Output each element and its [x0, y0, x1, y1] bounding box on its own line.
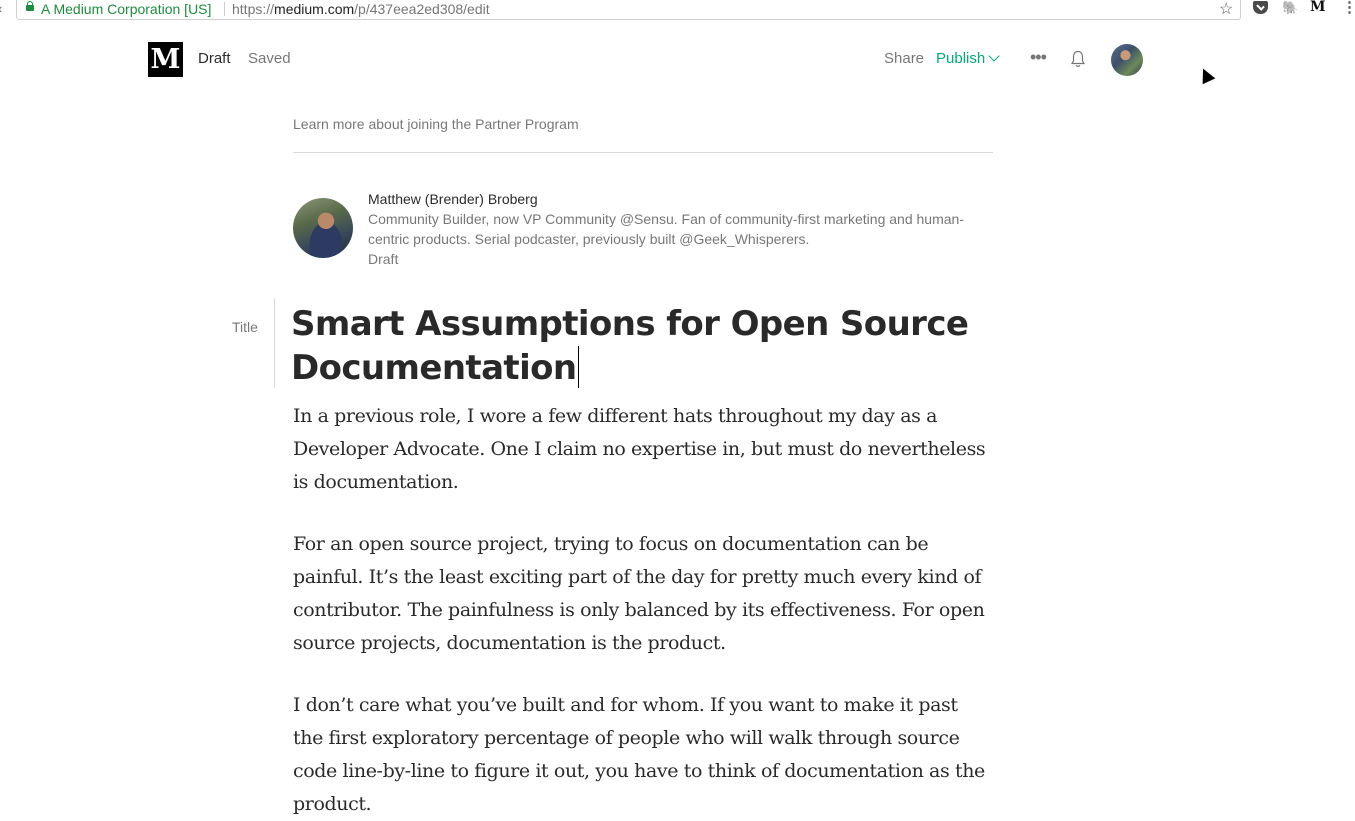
body-paragraph-2[interactable]: For an open source project, trying to fo…: [293, 528, 993, 660]
author-bio: Community Builder, now VP Community @Sen…: [368, 211, 964, 247]
story-title-text[interactable]: Smart Assumptions for Open Source Docume…: [291, 304, 969, 388]
author-avatar[interactable]: [293, 198, 353, 258]
post-status: Draft: [368, 251, 399, 267]
pocket-extension-icon[interactable]: [1253, 1, 1268, 14]
evernote-extension-icon[interactable]: 🐘: [1282, 0, 1298, 16]
url-path: /p/437eea2ed308/edit: [354, 1, 490, 17]
browser-address-bar: ‹ A Medium Corporation [US] https://medi…: [0, 0, 1355, 20]
text-caret: [577, 346, 579, 388]
mouse-cursor-icon: [1196, 65, 1216, 85]
chevron-down-icon[interactable]: [988, 50, 1000, 62]
site-identity[interactable]: A Medium Corporation [US]: [41, 0, 211, 18]
publish-button[interactable]: Publish: [936, 50, 985, 68]
back-fragment-icon[interactable]: ‹: [0, 1, 2, 16]
medium-logo[interactable]: M: [148, 42, 183, 77]
url-separator: [224, 2, 225, 16]
lock-icon[interactable]: [26, 1, 34, 11]
divider: [293, 152, 993, 153]
browser-menu-icon[interactable]: ⋮: [1342, 0, 1355, 16]
story-title[interactable]: Smart Assumptions for Open Source Docume…: [291, 303, 1011, 390]
share-button[interactable]: Share: [884, 50, 924, 68]
url-scheme: https://: [232, 1, 275, 17]
bookmark-star-icon[interactable]: ☆: [1219, 0, 1233, 19]
notifications-bell-icon[interactable]: [1071, 50, 1085, 69]
partner-program-link[interactable]: Learn more about joining the Partner Pro…: [293, 115, 579, 133]
url-text[interactable]: https://medium.com/p/437eea2ed308/edit: [232, 0, 490, 18]
title-section-label: Title: [232, 319, 258, 335]
body-paragraph-3[interactable]: I don’t care what you’ve built and for w…: [293, 689, 993, 821]
more-options-button[interactable]: •••: [1030, 48, 1047, 66]
author-name[interactable]: Matthew (Brender) Broberg: [368, 189, 538, 209]
medium-extension-icon[interactable]: M: [1310, 0, 1326, 15]
draft-status: Draft: [198, 50, 231, 67]
body-paragraph-1[interactable]: In a previous role, I wore a few differe…: [293, 400, 993, 499]
save-status: Saved: [248, 50, 291, 67]
url-host: medium.com: [274, 1, 355, 17]
title-section-rule: [274, 298, 275, 388]
user-avatar[interactable]: [1111, 44, 1143, 76]
